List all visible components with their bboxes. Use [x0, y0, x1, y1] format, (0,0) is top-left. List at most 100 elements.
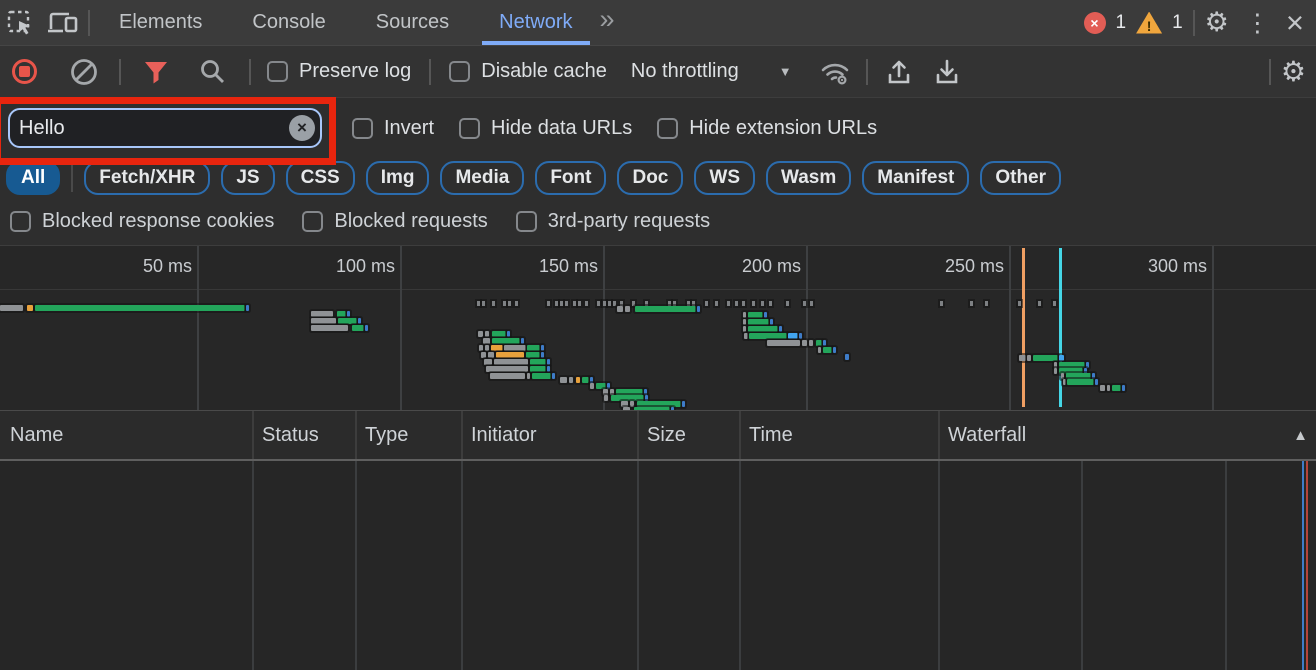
checkbox-box	[10, 211, 31, 232]
column-divider[interactable]	[461, 411, 463, 459]
ruler-label: 50 ms	[92, 256, 192, 277]
waterfall-bar	[743, 319, 746, 325]
dcl-marker	[1302, 461, 1304, 670]
throttling-dropdown[interactable]: No throttling ▼	[631, 60, 792, 83]
tabbar-divider	[88, 10, 90, 36]
search-button[interactable]	[191, 52, 233, 92]
invert-checkbox[interactable]: Invert	[352, 117, 434, 140]
waterfall-bar	[823, 347, 832, 353]
column-divider[interactable]	[739, 411, 741, 459]
waterfall-bar	[1107, 385, 1110, 391]
settings-gear-icon[interactable]: ⚙	[1205, 7, 1229, 38]
filter-chip-manifest[interactable]: Manifest	[862, 161, 969, 195]
column-header-status[interactable]: Status	[262, 411, 319, 459]
more-tabs-button[interactable]: »	[598, 4, 623, 41]
network-settings-gear-icon[interactable]: ⚙	[1281, 55, 1306, 88]
filter-chip-ws[interactable]: WS	[694, 161, 755, 195]
waterfall-bar	[607, 383, 610, 389]
waterfall-bar	[625, 306, 630, 312]
overview-tick	[940, 301, 943, 306]
filter-toggle-button[interactable]	[135, 52, 177, 92]
record-icon	[19, 66, 30, 77]
waterfall-bar	[744, 333, 748, 339]
requests-table-header: ▲ Name Status Type Initiator Size Time Waterfa…	[0, 411, 1316, 461]
overview-tick	[597, 301, 600, 306]
error-badge-icon[interactable]: ×	[1084, 12, 1106, 34]
column-header-waterfall[interactable]: Waterfall	[948, 411, 1026, 459]
hide-data-urls-checkbox[interactable]: Hide data URLs	[459, 117, 632, 140]
waterfall-bar	[352, 325, 364, 331]
filter-chip-wasm[interactable]: Wasm	[766, 161, 851, 195]
column-divider[interactable]	[637, 411, 639, 459]
type-filter-row: All Fetch/XHR JS CSS Img Media Font Doc WS Wasm Ma…	[0, 158, 1316, 198]
network-conditions-button[interactable]	[814, 52, 856, 92]
filter-chip-media[interactable]: Media	[440, 161, 524, 195]
network-overview[interactable]: 50 ms100 ms150 ms200 ms250 ms300 ms	[0, 246, 1316, 411]
column-header-time[interactable]: Time	[749, 411, 793, 459]
chips-divider	[71, 164, 73, 192]
hide-extension-urls-checkbox[interactable]: Hide extension URLs	[657, 117, 877, 140]
requests-table-body[interactable]	[0, 461, 1316, 670]
tab-console[interactable]: Console	[227, 0, 350, 45]
filter-chip-img[interactable]: Img	[366, 161, 430, 195]
3rd-party-requests-checkbox[interactable]: 3rd-party requests	[516, 210, 710, 233]
import-har-button[interactable]	[878, 52, 920, 92]
waterfall-bar	[530, 366, 546, 372]
blocked-filters-row: Blocked response cookies Blocked requests…	[0, 198, 1316, 246]
waterfall-bar	[697, 306, 700, 312]
sort-ascending-icon[interactable]: ▲	[1293, 427, 1308, 444]
waterfall-bar	[507, 331, 510, 337]
overview-gridline	[400, 246, 402, 410]
clear-network-log-button[interactable]	[63, 52, 105, 92]
record-network-log-button[interactable]	[12, 59, 37, 84]
filter-text-input[interactable]	[8, 108, 322, 148]
column-divider[interactable]	[739, 461, 741, 670]
column-divider[interactable]	[355, 461, 357, 670]
invert-label: Invert	[384, 117, 434, 140]
blocked-requests-checkbox[interactable]: Blocked requests	[302, 210, 487, 233]
waterfall-bar	[748, 319, 769, 325]
disable-cache-label: Disable cache	[481, 60, 607, 83]
filter-chip-doc[interactable]: Doc	[617, 161, 683, 195]
filter-chip-fetch-xhr[interactable]: Fetch/XHR	[84, 161, 210, 195]
filter-chip-font[interactable]: Font	[535, 161, 606, 195]
filter-chip-other[interactable]: Other	[980, 161, 1061, 195]
waterfall-bar	[1112, 385, 1121, 391]
column-divider[interactable]	[252, 411, 254, 459]
overview-tick	[560, 301, 563, 306]
column-divider[interactable]	[252, 461, 254, 670]
tab-network[interactable]: Network	[474, 0, 597, 45]
preserve-log-checkbox[interactable]: Preserve log	[267, 60, 411, 83]
column-divider[interactable]	[355, 411, 357, 459]
column-divider[interactable]	[637, 461, 639, 670]
waterfall-bar	[770, 319, 773, 325]
column-header-size[interactable]: Size	[647, 411, 686, 459]
warning-badge-icon[interactable]: !	[1136, 12, 1162, 34]
inspect-element-button[interactable]	[0, 3, 42, 43]
filter-chip-js[interactable]: JS	[221, 161, 274, 195]
device-toolbar-button[interactable]	[42, 3, 84, 43]
error-count: 1	[1116, 12, 1127, 34]
waterfall-bar	[526, 352, 540, 358]
waterfall-bar	[833, 347, 836, 353]
column-header-name[interactable]: Name	[10, 411, 63, 459]
column-divider[interactable]	[461, 461, 463, 670]
export-har-button[interactable]	[926, 52, 968, 92]
column-header-type[interactable]: Type	[365, 411, 408, 459]
clear-filter-icon[interactable]: ×	[289, 115, 315, 141]
close-devtools-icon[interactable]: ×	[1286, 5, 1304, 41]
blocked-response-cookies-checkbox[interactable]: Blocked response cookies	[10, 210, 274, 233]
toolbar-divider	[866, 59, 868, 85]
column-header-initiator[interactable]: Initiator	[471, 411, 537, 459]
column-divider[interactable]	[938, 461, 940, 670]
kebab-menu-icon[interactable]: ⋮	[1239, 8, 1276, 38]
waterfall-bar	[748, 312, 763, 318]
tab-elements[interactable]: Elements	[94, 0, 227, 45]
overview-gridline	[1212, 246, 1214, 410]
tab-sources[interactable]: Sources	[351, 0, 474, 45]
filter-chip-all[interactable]: All	[6, 161, 60, 195]
disable-cache-checkbox[interactable]: Disable cache	[449, 60, 607, 83]
wifi-gear-icon	[818, 58, 852, 86]
column-divider[interactable]	[938, 411, 940, 459]
filter-chip-css[interactable]: CSS	[286, 161, 355, 195]
